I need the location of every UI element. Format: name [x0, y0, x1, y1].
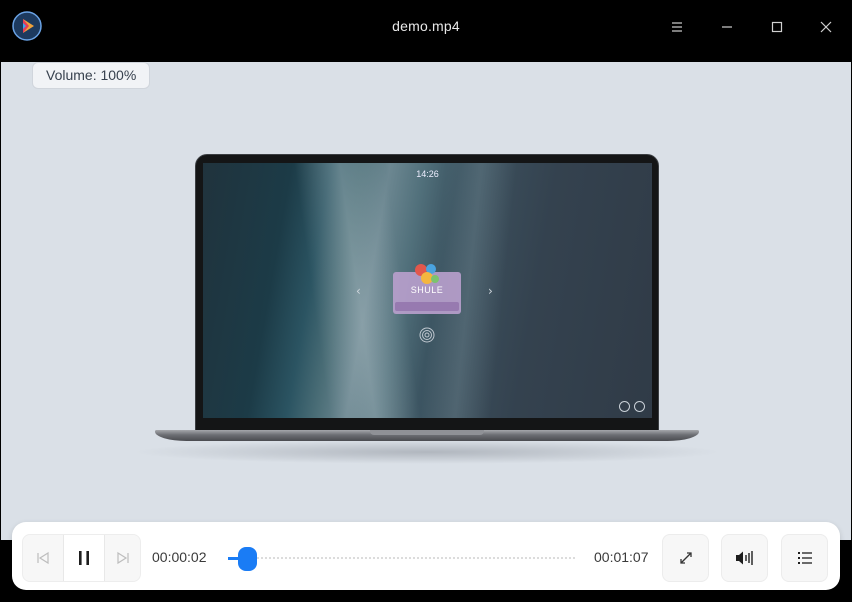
chevron-right-icon: ›	[488, 284, 493, 298]
minimize-button[interactable]	[712, 12, 742, 42]
maximize-button[interactable]	[762, 12, 792, 42]
playlist-button[interactable]	[781, 534, 828, 582]
minimize-icon	[722, 26, 732, 28]
volume-icon	[735, 551, 753, 565]
fingerprint-icon	[418, 326, 436, 344]
close-button[interactable]	[811, 12, 841, 42]
playlist-icon	[797, 552, 812, 564]
playback-controls	[22, 534, 141, 582]
lock-screen-user-card: SHULE	[393, 264, 461, 314]
next-icon	[117, 551, 129, 565]
lock-screen-time: 14:26	[416, 169, 439, 179]
video-display[interactable]: 14:26 ‹ › SHULE Volume: 100%	[1, 62, 851, 540]
volume-osd: Volume: 100%	[32, 62, 151, 89]
control-bar: 00:00:02 00:01:07	[12, 522, 840, 590]
pause-button[interactable]	[63, 535, 105, 581]
user-switch-icon	[619, 401, 630, 412]
progress-track[interactable]	[228, 557, 575, 559]
fullscreen-button[interactable]	[662, 534, 709, 582]
laptop-screen: 14:26 ‹ › SHULE	[203, 163, 652, 418]
fullscreen-icon	[679, 552, 692, 564]
current-time: 00:00:02	[152, 549, 207, 565]
laptop-shadow	[131, 440, 723, 464]
title-bar: demo.mp4	[0, 0, 852, 54]
menu-icon	[672, 22, 682, 32]
pause-icon	[79, 551, 89, 565]
next-button[interactable]	[105, 535, 141, 581]
password-field	[395, 302, 459, 311]
laptop-lid: 14:26 ‹ › SHULE	[195, 154, 659, 436]
lock-screen-user-name: SHULE	[410, 285, 444, 295]
laptop-base	[155, 430, 699, 441]
total-time: 00:01:07	[594, 549, 649, 565]
progress-fill	[228, 557, 238, 560]
power-icon	[634, 401, 645, 412]
video-frame-laptop: 14:26 ‹ › SHULE	[1, 62, 851, 540]
lock-screen-corner-icons	[619, 401, 645, 412]
chevron-left-icon: ‹	[356, 284, 361, 298]
progress-handle[interactable]	[238, 547, 257, 571]
laptop-notch	[370, 430, 484, 435]
volume-button[interactable]	[721, 534, 768, 582]
previous-button[interactable]	[23, 535, 63, 581]
close-icon	[820, 21, 832, 33]
menu-button[interactable]	[662, 12, 692, 42]
maximize-icon	[771, 21, 783, 33]
previous-icon	[37, 551, 49, 565]
